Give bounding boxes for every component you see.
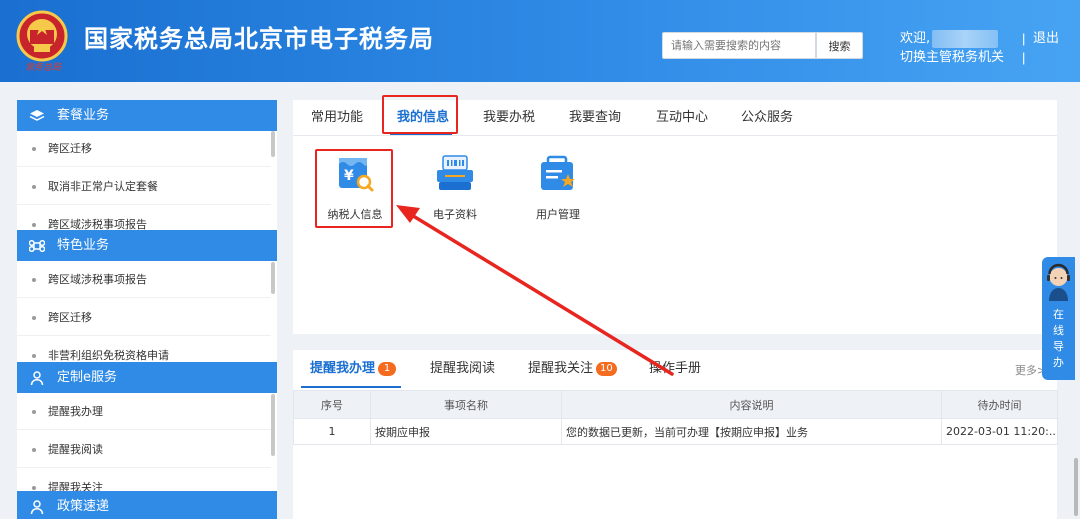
- tab-remind-handle[interactable]: 提醒我办理 1: [310, 350, 397, 388]
- blurred-username: [932, 30, 998, 48]
- column-header: 内容说明: [561, 390, 942, 419]
- reminder-panel: 提醒我办理 1 提醒我阅读 提醒我关注 10 操作手册 更多> 序号 事项名称 内容…: [293, 350, 1058, 519]
- sidebar-section-title: 政策速递: [57, 499, 110, 514]
- sidebar-section-title: 套餐业务: [57, 108, 110, 123]
- cell-description: 您的数据已更新，当前可办理【按期应申报】业务: [561, 418, 942, 445]
- national-emblem-icon: [16, 10, 68, 62]
- main-panel: 常用功能 我的信息 我要办税 我要查询 互动中心 公众服务 ¥ 纳税人信息 电子…: [293, 100, 1057, 334]
- online-guide-button[interactable]: 在 线 导 办: [1042, 257, 1075, 380]
- app-user-management[interactable]: 用户管理: [520, 154, 596, 234]
- user-management-icon: [541, 155, 575, 190]
- emblem-signature: 常务总局: [24, 63, 61, 73]
- todo-table: 序号 事项名称 内容说明 待办时间 1 按期应申报 您的数据已更新，当前可办理【…: [293, 390, 1058, 445]
- sidebar-item-label: 跨区迁移: [48, 142, 92, 155]
- sidebar-section-policy[interactable]: 政策速递: [17, 491, 277, 519]
- logout-link[interactable]: 退出: [1033, 30, 1059, 48]
- tab-operation-manual[interactable]: 操作手册: [649, 350, 701, 388]
- tab-label: 提醒我办理: [310, 361, 376, 376]
- app-label: 用户管理: [536, 208, 580, 221]
- sidebar-section-custom-service[interactable]: 定制e服务: [17, 362, 277, 393]
- tab-interaction-center[interactable]: 互动中心: [656, 100, 708, 136]
- switch-authority-link[interactable]: 切换主管税务机关: [900, 49, 1004, 67]
- app-label: 电子资料: [433, 208, 477, 221]
- active-tab-indicator: [301, 386, 401, 388]
- sidebar-item-label: 提醒我办理: [48, 405, 103, 418]
- tab-remind-follow[interactable]: 提醒我关注 10: [528, 350, 617, 388]
- sidebar-section-title: 特色业务: [57, 238, 110, 253]
- sidebar-section-featured[interactable]: 特色业务: [17, 230, 277, 261]
- separator: |: [1022, 50, 1026, 65]
- command-icon: [29, 240, 45, 252]
- electronic-docs-icon: [437, 155, 473, 190]
- sidebar-section-title: 定制e服务: [57, 370, 117, 385]
- top-header: 常务总局 国家税务总局北京市电子税务局 搜索 欢迎, 切换主管税务机关 | | …: [0, 0, 1080, 82]
- table-header-row: 序号 事项名称 内容说明 待办时间: [293, 390, 1058, 419]
- page-scrollbar[interactable]: [1074, 458, 1078, 516]
- column-header: 待办时间: [941, 390, 1058, 419]
- cell-item-name[interactable]: 按期应申报: [370, 418, 562, 445]
- sidebar-item[interactable]: 提醒我阅读: [17, 432, 271, 468]
- sidebar-item[interactable]: 提醒我办理: [17, 394, 271, 430]
- sidebar-item-label: 跨区迁移: [48, 311, 92, 324]
- cell-time: 2022-03-01 11:20:...: [941, 418, 1058, 445]
- site-title: 国家税务总局北京市电子税务局: [84, 25, 434, 53]
- sidebar-item-label: 非营利组织免税资格申请: [48, 349, 169, 362]
- sidebar-item-label: 跨区域涉税事项报告: [48, 273, 147, 286]
- sidebar-section-package[interactable]: 套餐业务: [17, 100, 277, 131]
- count-badge: 1: [378, 362, 397, 376]
- customer-service-avatar-icon: [1047, 263, 1070, 301]
- annotation-highlight-tile: [315, 149, 393, 228]
- search-button[interactable]: 搜索: [816, 32, 863, 59]
- tab-query[interactable]: 我要查询: [569, 100, 621, 136]
- online-guide-label: 在 线 导 办: [1053, 308, 1064, 369]
- user-icon: [30, 500, 44, 515]
- column-header: 事项名称: [370, 390, 562, 419]
- count-badge: 10: [596, 362, 617, 376]
- sidebar: 套餐业务 跨区迁移 取消非正常户认定套餐 跨区域涉税事项报告 特色业务 跨区域涉…: [17, 100, 277, 519]
- sidebar-item[interactable]: 跨区域涉税事项报告: [17, 262, 271, 298]
- tab-common-functions[interactable]: 常用功能: [311, 100, 363, 136]
- scrollbar[interactable]: [271, 262, 275, 294]
- tab-public-service[interactable]: 公众服务: [741, 100, 793, 136]
- tab-label: 提醒我关注: [528, 361, 594, 376]
- cell-index: 1: [293, 418, 371, 445]
- scrollbar[interactable]: [271, 394, 275, 456]
- layers-icon: [29, 110, 45, 121]
- sidebar-item[interactable]: 跨区迁移: [17, 300, 271, 336]
- column-header: 序号: [293, 390, 371, 419]
- tab-label: 提醒我阅读: [430, 361, 496, 376]
- annotation-highlight-tab: [382, 95, 458, 134]
- sidebar-item-label: 提醒我阅读: [48, 443, 103, 456]
- separator: |: [1022, 31, 1026, 46]
- sidebar-item-label: 取消非正常户认定套餐: [48, 180, 158, 193]
- scrollbar[interactable]: [271, 131, 275, 157]
- app-electronic-docs[interactable]: 电子资料: [417, 154, 493, 234]
- sidebar-item[interactable]: 跨区迁移: [17, 131, 271, 167]
- welcome-text: 欢迎,: [900, 31, 931, 46]
- tab-remind-read[interactable]: 提醒我阅读: [430, 350, 495, 388]
- table-row[interactable]: 1 按期应申报 您的数据已更新，当前可办理【按期应申报】业务 2022-03-0…: [293, 418, 1058, 445]
- search-input[interactable]: [662, 32, 816, 59]
- tab-tax-handling[interactable]: 我要办税: [483, 100, 535, 136]
- sidebar-item[interactable]: 取消非正常户认定套餐: [17, 169, 271, 205]
- user-icon: [30, 371, 44, 386]
- tab-label: 操作手册: [649, 361, 702, 376]
